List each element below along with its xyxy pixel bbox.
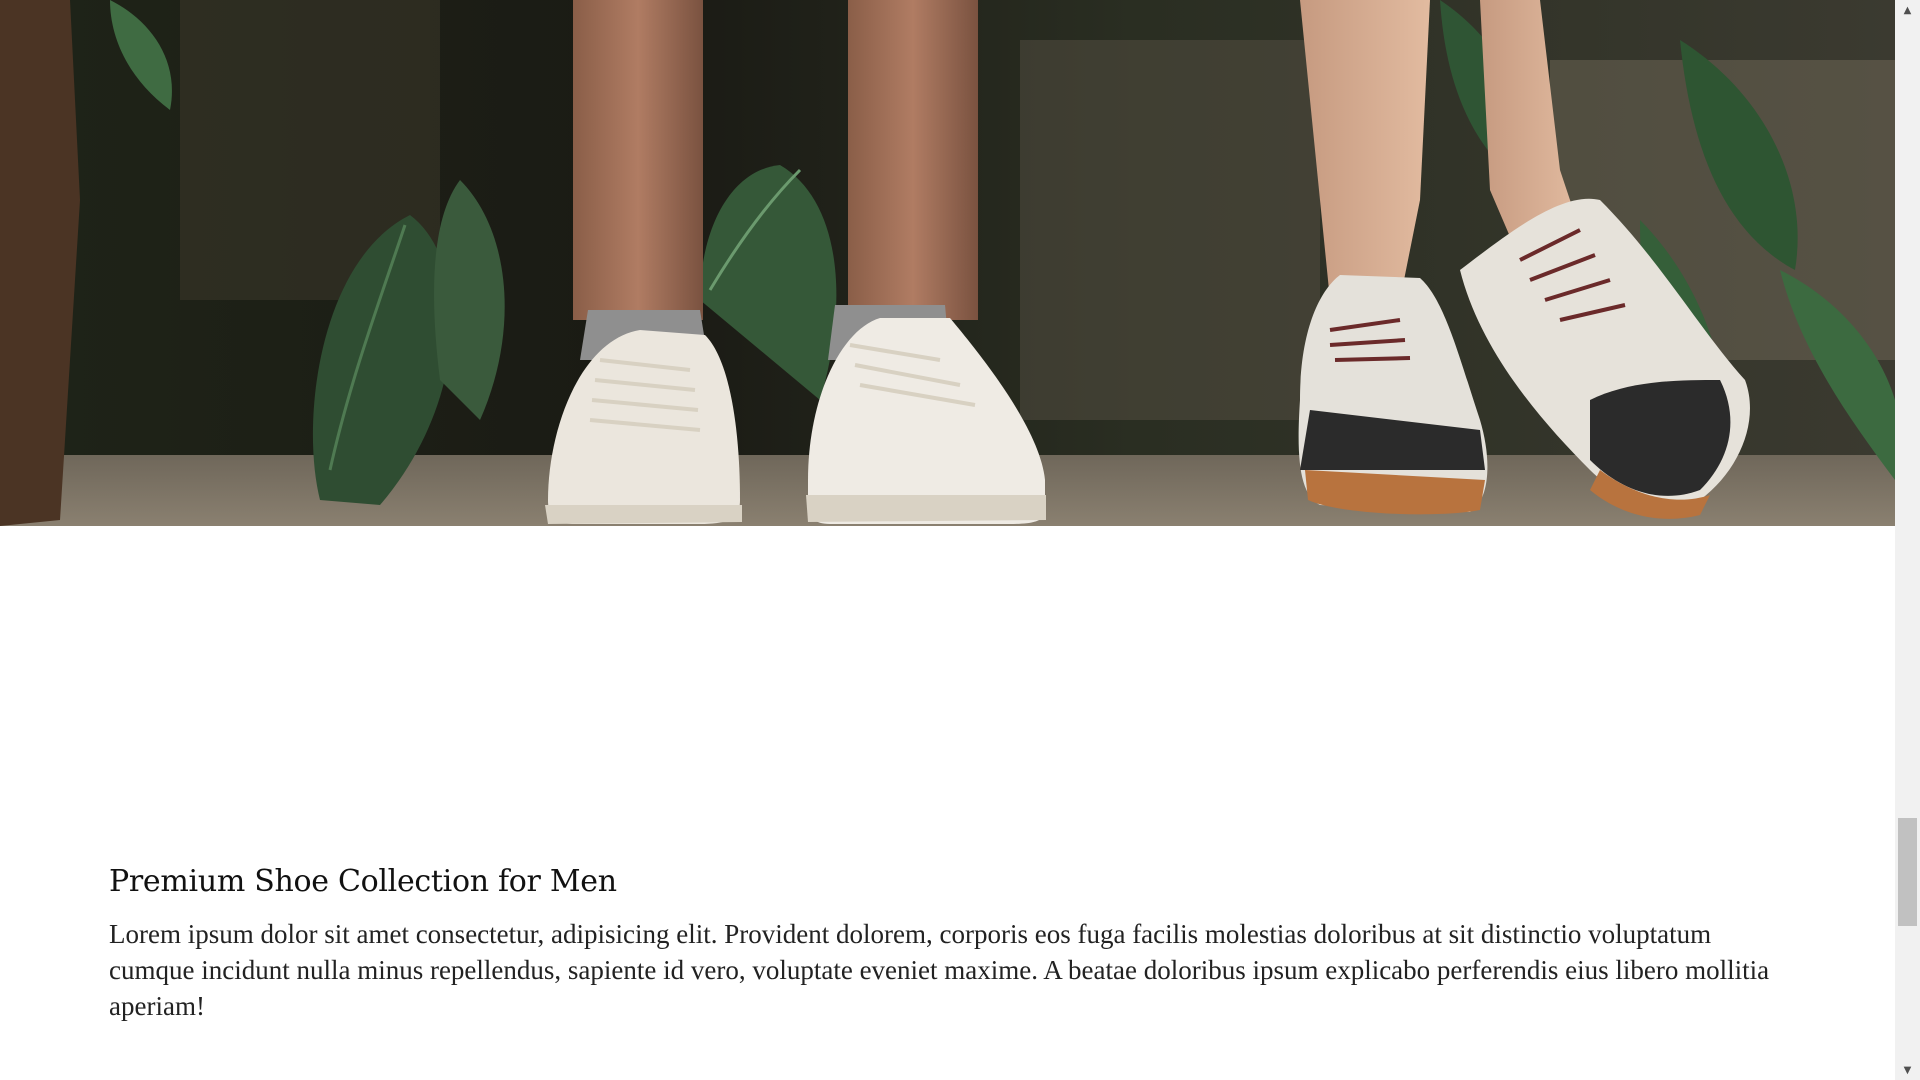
hero-image: [0, 0, 1895, 526]
page-viewport: Premium Shoe Collection for Men Lorem ip…: [0, 0, 1895, 1080]
hero-photo: [0, 0, 1895, 526]
triangle-down-icon: ▼: [1903, 1064, 1912, 1076]
scroll-up-button[interactable]: ▲: [1895, 0, 1920, 20]
triangle-up-icon: ▲: [1903, 4, 1912, 16]
scroll-down-button[interactable]: ▼: [1895, 1060, 1920, 1080]
section-title: Premium Shoe Collection for Men: [109, 864, 617, 899]
scroll-thumb[interactable]: [1898, 818, 1917, 926]
product-section: Premium Shoe Collection for Men Lorem ip…: [109, 860, 1789, 1024]
vertical-scrollbar[interactable]: ▲ ▼: [1895, 0, 1920, 1080]
section-description: Lorem ipsum dolor sit amet consectetur, …: [109, 919, 1770, 1021]
